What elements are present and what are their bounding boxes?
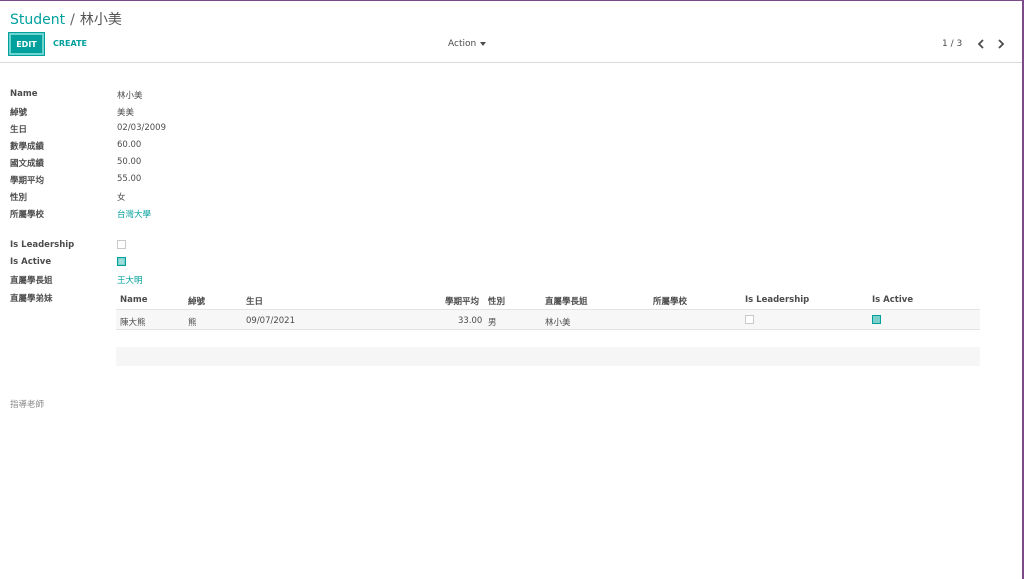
cell-name: 陳大熊 xyxy=(120,318,146,328)
cell-nickname: 熊 xyxy=(188,318,197,328)
field-label-senior: 直屬學長姐 xyxy=(10,276,53,286)
column-header-average[interactable]: 學期平均 xyxy=(445,295,479,307)
column-header-is-active[interactable]: Is Active xyxy=(872,295,913,305)
chevron-right-icon xyxy=(998,39,1005,49)
field-value-nickname: 美美 xyxy=(117,108,135,118)
pager-value[interactable]: 1 / 3 xyxy=(942,39,962,49)
column-header-school[interactable]: 所屬學校 xyxy=(653,295,687,307)
window-border-top xyxy=(0,0,1024,1)
caret-down-icon xyxy=(480,42,487,46)
field-value-math-score: 60.00 xyxy=(117,140,142,150)
field-label-gender: 性別 xyxy=(10,193,28,203)
field-label-nickname: 綽號 xyxy=(10,108,28,118)
field-value-name: 林小美 xyxy=(117,91,143,101)
field-label-average: 學期平均 xyxy=(10,176,45,186)
table-empty-row xyxy=(116,347,980,366)
pager-next-button[interactable] xyxy=(994,36,1008,52)
cell-birthday: 09/07/2021 xyxy=(246,316,295,326)
cell-is-active-checkbox xyxy=(872,315,881,324)
field-label-chinese-score: 國文成績 xyxy=(10,159,45,169)
column-header-gender[interactable]: 性別 xyxy=(488,295,505,307)
field-label-name: Name xyxy=(10,89,38,99)
control-panel-divider xyxy=(0,62,1022,63)
cell-is-leadership-checkbox xyxy=(745,315,754,324)
action-label: Action xyxy=(448,39,477,49)
edit-button[interactable]: EDIT xyxy=(9,33,44,55)
pager-previous-button[interactable] xyxy=(974,36,988,52)
field-label-juniors: 直屬學弟妹 xyxy=(10,294,53,304)
is-active-checkbox[interactable] xyxy=(117,257,126,266)
field-label-advisor: 指導老師 xyxy=(10,400,45,410)
field-label-math-score: 數學成績 xyxy=(10,142,45,152)
field-value-senior-link[interactable]: 王大明 xyxy=(117,274,143,286)
breadcrumb-current: 林小美 xyxy=(79,12,122,28)
column-header-name[interactable]: Name xyxy=(120,295,147,305)
column-header-is-leadership[interactable]: Is Leadership xyxy=(745,295,809,305)
table-row[interactable]: 陳大熊 熊 09/07/2021 33.00 男 林小美 xyxy=(116,310,980,330)
column-header-nickname[interactable]: 綽號 xyxy=(188,295,205,307)
chevron-left-icon xyxy=(977,39,984,49)
cell-senior: 林小美 xyxy=(545,318,571,328)
field-label-is-active: Is Active xyxy=(10,257,52,267)
cell-gender: 男 xyxy=(488,318,497,328)
field-value-average: 55.00 xyxy=(117,174,142,184)
field-value-school-link[interactable]: 台灣大學 xyxy=(117,208,151,220)
column-header-birthday[interactable]: 生日 xyxy=(246,295,263,307)
field-value-chinese-score: 50.00 xyxy=(117,157,142,167)
cell-average: 33.00 xyxy=(458,316,483,326)
field-value-birthday: 02/03/2009 xyxy=(117,123,166,133)
breadcrumb-student-link[interactable]: Student xyxy=(10,12,65,28)
field-value-gender: 女 xyxy=(117,193,126,203)
column-header-senior[interactable]: 直屬學長姐 xyxy=(545,295,588,307)
action-dropdown[interactable]: Action xyxy=(448,39,487,49)
field-label-school: 所屬學校 xyxy=(10,210,45,220)
create-button[interactable]: CREATE xyxy=(53,39,87,48)
is-leadership-checkbox[interactable] xyxy=(117,240,126,249)
field-label-birthday: 生日 xyxy=(10,125,28,135)
breadcrumb-separator: / xyxy=(70,12,75,28)
field-label-is-leadership: Is Leadership xyxy=(10,240,75,250)
breadcrumb: Student / 林小美 xyxy=(10,9,122,29)
